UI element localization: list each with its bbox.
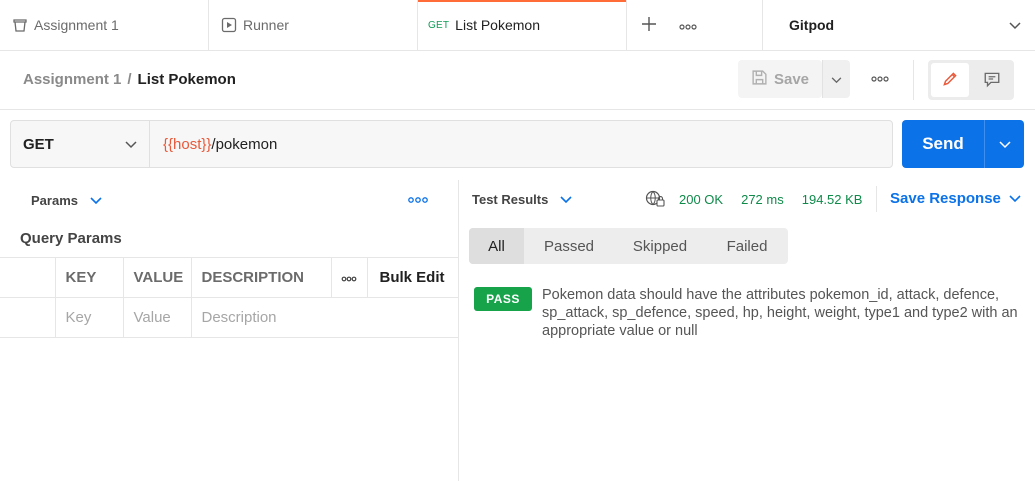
- tab-bar: Assignment 1 Runner GET List Pokemon Git…: [0, 0, 1035, 51]
- new-tab-icon[interactable]: [641, 16, 657, 35]
- tab-assignment-1[interactable]: Assignment 1: [0, 0, 209, 50]
- request-url-bar: GET {{host}}/pokemon: [10, 120, 893, 168]
- bulk-edit-button[interactable]: Bulk Edit: [366, 257, 459, 298]
- tab-label: Runner: [243, 17, 289, 33]
- breadcrumb: Assignment 1 / List Pokemon: [23, 71, 236, 88]
- chevron-down-icon: [560, 192, 572, 207]
- chevron-down-icon: [1009, 190, 1021, 207]
- request-pane: Params Query Params KEY VALUE DESCRIPTIO…: [0, 180, 459, 481]
- key-input[interactable]: Key: [54, 297, 123, 338]
- comment-icon: [983, 70, 1001, 91]
- test-result-text: Pokemon data should have the attributes …: [542, 287, 1018, 339]
- tab-label: Assignment 1: [34, 17, 119, 33]
- chevron-down-icon: [831, 71, 842, 87]
- value-input[interactable]: Value: [122, 297, 191, 338]
- tab-runner[interactable]: Runner: [209, 0, 418, 50]
- filter-failed[interactable]: Failed: [706, 228, 788, 264]
- more-tabs-icon[interactable]: [679, 17, 697, 33]
- comments-button[interactable]: [973, 63, 1011, 97]
- filter-passed[interactable]: Passed: [524, 228, 614, 264]
- query-params-title: Query Params: [20, 230, 122, 247]
- url-input[interactable]: {{host}}/pokemon: [150, 121, 892, 167]
- play-icon: [221, 17, 237, 33]
- method-select[interactable]: GET: [11, 121, 150, 167]
- breadcrumb-separator: /: [127, 71, 132, 88]
- url-path: /pokemon: [211, 135, 278, 153]
- breadcrumb-current[interactable]: List Pokemon: [138, 71, 236, 88]
- tab-list-pokemon[interactable]: GET List Pokemon: [418, 0, 627, 50]
- breadcrumb-parent[interactable]: Assignment 1: [23, 71, 121, 88]
- chevron-down-icon: [1009, 17, 1021, 33]
- table-row: Key Value Description: [0, 297, 459, 338]
- environment-selector[interactable]: Gitpod: [763, 0, 1035, 50]
- more-actions-icon[interactable]: [870, 71, 890, 87]
- column-description: DESCRIPTION: [190, 257, 331, 298]
- save-icon: [751, 69, 768, 90]
- collection-icon: [12, 17, 28, 33]
- request-header: Assignment 1 / List Pokemon Save: [0, 51, 1035, 110]
- pass-badge: PASS: [474, 287, 532, 311]
- test-filter-tabs: All Passed Skipped Failed: [469, 228, 788, 264]
- status-code[interactable]: 200 OK: [679, 192, 723, 207]
- pencil-icon: [941, 70, 959, 91]
- column-options-icon[interactable]: [330, 257, 367, 298]
- method-value: GET: [23, 135, 54, 153]
- environment-name: Gitpod: [789, 17, 835, 33]
- send-button-group: Send: [902, 120, 1024, 168]
- tab-actions: [627, 0, 763, 50]
- chevron-down-icon: [125, 136, 137, 153]
- params-tab-label: Params: [31, 193, 78, 208]
- query-params-table: KEY VALUE DESCRIPTION Bulk Edit Key Valu…: [0, 257, 459, 338]
- view-toggle: [928, 60, 1014, 100]
- column-value: VALUE: [122, 257, 191, 298]
- more-options-icon[interactable]: [408, 191, 428, 207]
- chevron-down-icon: [90, 193, 102, 208]
- response-meta: 200 OK 272 ms 194.52 KB: [645, 190, 862, 208]
- header-checkbox-cell: [0, 257, 55, 298]
- save-options-button[interactable]: [822, 60, 850, 98]
- save-label: Save: [773, 70, 810, 88]
- save-response-label: Save Response: [890, 190, 1001, 207]
- filter-all[interactable]: All: [469, 228, 524, 264]
- meta-divider: [876, 186, 877, 212]
- header-divider: [913, 60, 914, 100]
- globe-lock-icon[interactable]: [645, 190, 665, 208]
- response-time[interactable]: 272 ms: [741, 192, 784, 207]
- tab-method-badge: GET: [428, 19, 450, 31]
- send-button[interactable]: Send: [902, 120, 985, 168]
- send-options-button[interactable]: [985, 120, 1024, 168]
- response-size[interactable]: 194.52 KB: [802, 192, 863, 207]
- save-response-button[interactable]: Save Response: [890, 190, 1021, 207]
- tab-label: List Pokemon: [455, 17, 540, 33]
- edit-mode-button[interactable]: [931, 63, 969, 97]
- column-key: KEY: [54, 257, 123, 298]
- chevron-down-icon: [998, 136, 1011, 152]
- filter-skipped[interactable]: Skipped: [614, 228, 706, 264]
- save-button[interactable]: Save: [738, 60, 822, 98]
- row-checkbox-cell: [0, 297, 55, 338]
- table-header-row: KEY VALUE DESCRIPTION Bulk Edit: [0, 257, 459, 298]
- url-variable: {{host}}: [163, 135, 212, 153]
- description-input[interactable]: Description: [190, 297, 459, 338]
- test-results-tab[interactable]: Test Results: [472, 192, 572, 207]
- test-results-label: Test Results: [472, 192, 549, 207]
- params-tab[interactable]: Params: [31, 193, 102, 208]
